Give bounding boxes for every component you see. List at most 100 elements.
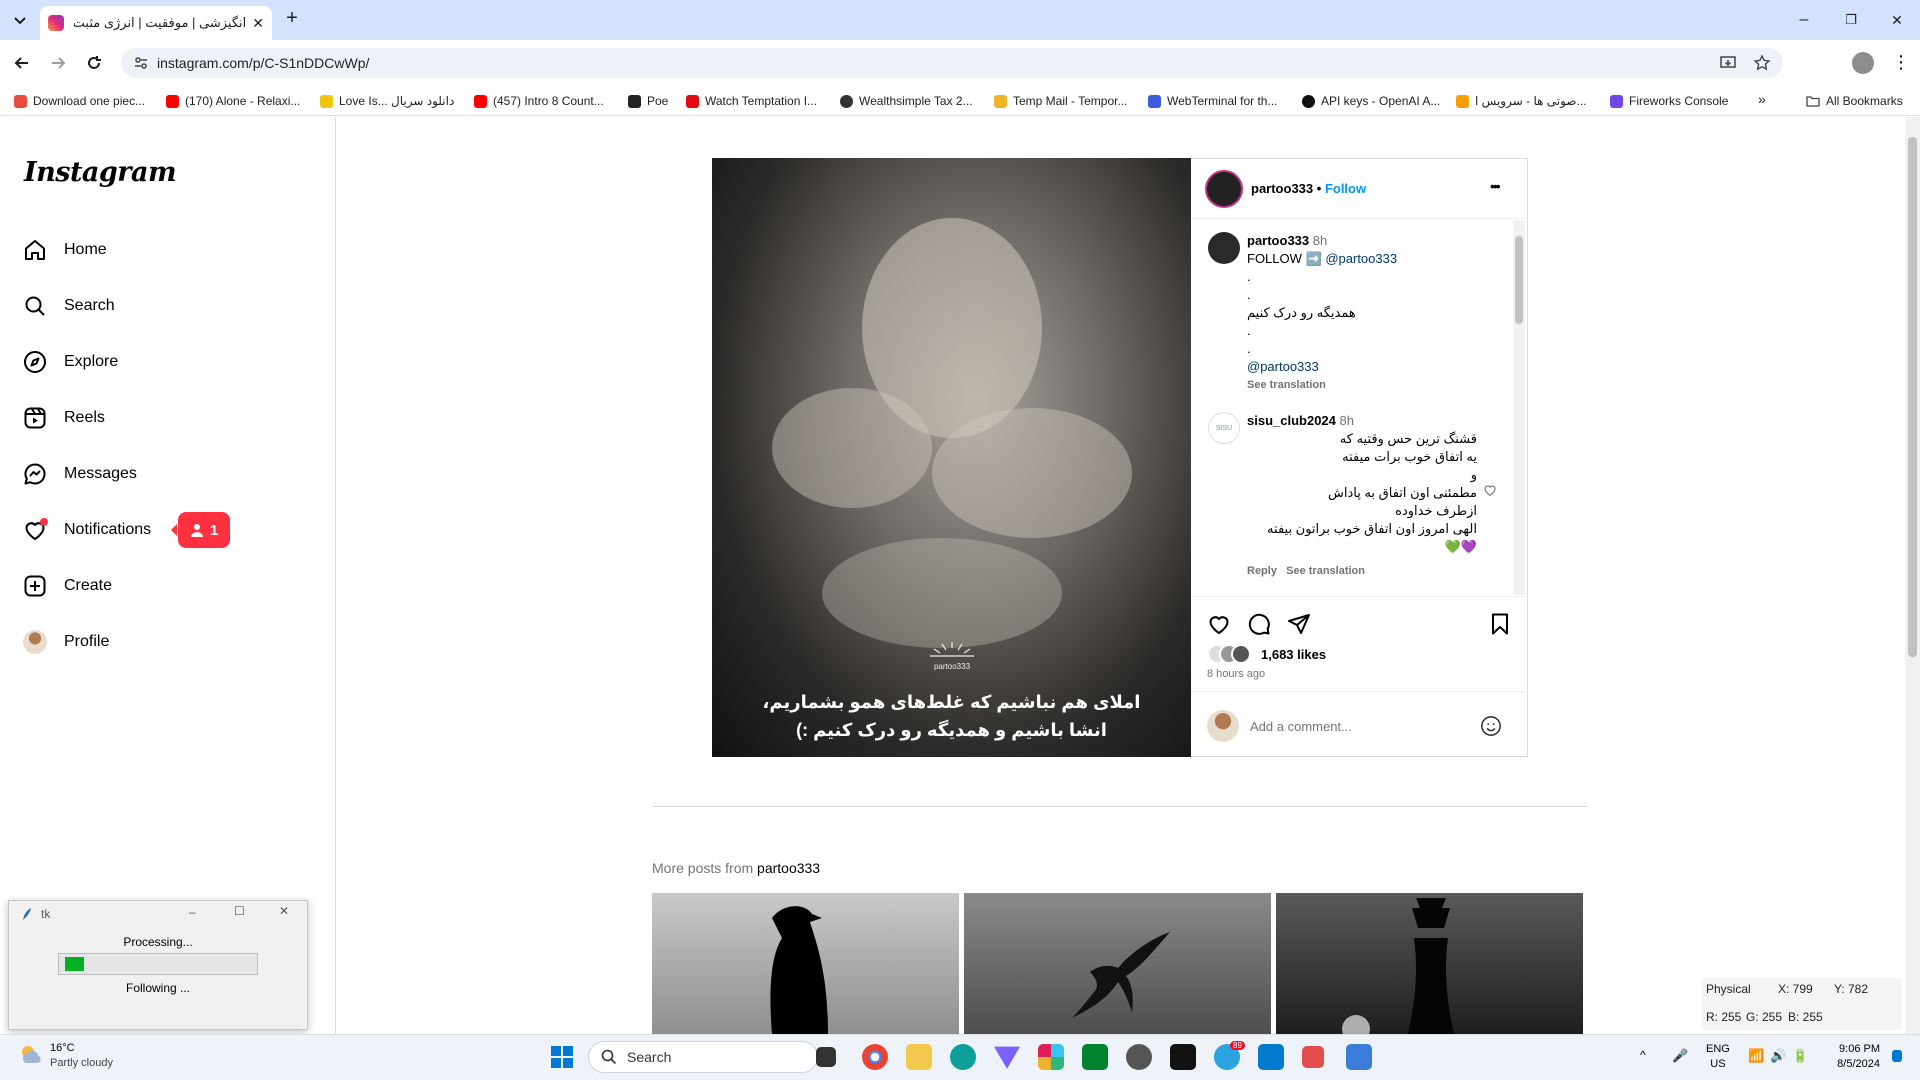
- see-translation-link[interactable]: See translation: [1286, 565, 1365, 577]
- eye-app-icon[interactable]: [950, 1044, 976, 1070]
- scrollbar-thumb[interactable]: [1908, 137, 1917, 657]
- clock-app-icon[interactable]: [1126, 1044, 1152, 1070]
- instagram-logo[interactable]: Instagram: [24, 157, 177, 188]
- follow-button[interactable]: Follow: [1325, 181, 1366, 196]
- see-translation-link[interactable]: See translation: [1247, 376, 1497, 394]
- bookmark-item[interactable]: Watch Temptation I...: [686, 94, 817, 108]
- python-app-icon[interactable]: [1346, 1044, 1372, 1070]
- heart-icon: [1484, 485, 1496, 496]
- snipping-tool-icon[interactable]: [1302, 1046, 1324, 1068]
- sidebar-item-profile[interactable]: Profile: [22, 629, 109, 655]
- new-tab-button[interactable]: +: [282, 8, 302, 28]
- comment-like-button[interactable]: [1483, 483, 1497, 497]
- vscode-icon[interactable]: [1258, 1044, 1284, 1070]
- bookmark-item[interactable]: Download one piec...: [14, 94, 145, 108]
- back-button[interactable]: [12, 53, 32, 73]
- browser-tab[interactable]: انگیزشی | موفقیت | انرژی مثبت | ✕: [40, 6, 272, 40]
- sidebar-item-home[interactable]: Home: [22, 237, 107, 263]
- reload-button[interactable]: [84, 53, 104, 73]
- more-post-thumbnail[interactable]: [1276, 893, 1583, 1034]
- desc-username[interactable]: partoo333: [1247, 233, 1309, 248]
- sidebar-item-messages[interactable]: Messages: [22, 461, 137, 487]
- profile-avatar[interactable]: [1852, 52, 1874, 74]
- explore-icon: [22, 349, 48, 375]
- mention-link[interactable]: @partoo333: [1247, 358, 1497, 376]
- notification-bell-icon[interactable]: [1892, 1050, 1902, 1062]
- save-button[interactable]: [1488, 612, 1512, 636]
- more-bookmarks-icon[interactable]: »: [1758, 91, 1766, 107]
- tab-search-button[interactable]: [8, 10, 32, 30]
- system-tray-icons[interactable]: 📶🔊🔋: [1748, 1048, 1815, 1064]
- chrome-icon[interactable]: [862, 1044, 888, 1070]
- clock[interactable]: 9:06 PM 8/5/2024: [1820, 1042, 1880, 1072]
- bookmark-item[interactable]: Love Is... دانلود سریال: [320, 94, 454, 108]
- emoji-icon: [1481, 716, 1501, 736]
- like-button[interactable]: [1207, 612, 1231, 636]
- minimize-button[interactable]: –: [1794, 10, 1814, 30]
- author-username[interactable]: partoo333: [1251, 181, 1313, 196]
- taskbar-search[interactable]: Search: [588, 1041, 818, 1073]
- comments-list[interactable]: partoo333 8h FOLLOW ➡️ @partoo333 . . هم…: [1193, 220, 1509, 595]
- site-info-icon[interactable]: [133, 55, 149, 71]
- sidebar-item-explore[interactable]: Explore: [22, 349, 118, 375]
- author-avatar[interactable]: [1205, 170, 1243, 208]
- sidebar-item-notifications[interactable]: Notifications: [22, 517, 151, 543]
- tray-chevron-up-icon[interactable]: ^: [1640, 1048, 1646, 1062]
- bookmark-item[interactable]: Fireworks Console: [1610, 94, 1728, 108]
- author-header: partoo333 • Follow: [1251, 181, 1366, 196]
- tk-titlebar[interactable]: tk – ☐ ✕: [9, 901, 307, 927]
- cursor-app-icon[interactable]: [1170, 1044, 1196, 1070]
- minimize-button[interactable]: –: [189, 905, 196, 919]
- install-app-icon[interactable]: [1719, 54, 1737, 72]
- reply-button[interactable]: Reply: [1247, 565, 1277, 577]
- comment-button[interactable]: [1247, 612, 1271, 636]
- all-bookmarks-label: All Bookmarks: [1826, 94, 1903, 108]
- sidebar-item-reels[interactable]: Reels: [22, 405, 105, 431]
- author-avatar[interactable]: [1208, 232, 1240, 264]
- all-bookmarks-button[interactable]: All Bookmarks: [1806, 94, 1903, 108]
- bookmark-item[interactable]: Wealthsimple Tax 2...: [840, 94, 973, 108]
- maximize-button[interactable]: ☐: [234, 904, 245, 918]
- bookmark-item[interactable]: صوتی ها - سرویس ا...: [1456, 94, 1587, 108]
- more-post-thumbnail[interactable]: [964, 893, 1271, 1034]
- menu-kebab-icon[interactable]: ⋮: [1892, 52, 1910, 72]
- start-button[interactable]: [550, 1045, 574, 1069]
- likes-count[interactable]: 1,683 likes: [1261, 647, 1326, 662]
- more-options-button[interactable]: •••: [1490, 178, 1501, 194]
- restore-button[interactable]: ❐: [1841, 10, 1861, 30]
- language-indicator[interactable]: ENG US: [1706, 1042, 1730, 1072]
- sidebar-item-search[interactable]: Search: [22, 293, 115, 319]
- tk-window[interactable]: tk – ☐ ✕ Processing... Following ...: [8, 900, 308, 1030]
- slack-icon[interactable]: [1038, 1044, 1064, 1070]
- commenter-avatar[interactable]: SISU: [1208, 412, 1240, 444]
- comments-scrollbar[interactable]: [1513, 220, 1525, 595]
- add-comment-input[interactable]: [1250, 714, 1470, 738]
- address-bar[interactable]: instagram.com/p/C-S1nDDCwWp/: [121, 48, 1783, 78]
- meet-icon[interactable]: [1082, 1044, 1108, 1070]
- bookmark-item[interactable]: Poe: [628, 94, 668, 108]
- bookmark-item[interactable]: API keys - OpenAI A...: [1302, 94, 1440, 108]
- close-window-button[interactable]: ✕: [1887, 10, 1907, 30]
- bookmark-item[interactable]: WebTerminal for th...: [1148, 94, 1277, 108]
- tab-close-icon[interactable]: ✕: [252, 15, 264, 32]
- mention-link[interactable]: @partoo333: [1325, 251, 1397, 266]
- page-scrollbar[interactable]: [1905, 117, 1920, 1034]
- share-button[interactable]: [1287, 612, 1311, 636]
- more-posts-username[interactable]: partoo333: [757, 860, 820, 876]
- notification-badge[interactable]: 1: [171, 512, 230, 548]
- scrollbar-thumb[interactable]: [1515, 236, 1523, 324]
- microphone-icon[interactable]: 🎤: [1672, 1048, 1688, 1064]
- liker-avatars[interactable]: [1207, 644, 1251, 664]
- more-post-thumbnail[interactable]: [652, 893, 959, 1034]
- file-explorer-icon[interactable]: [906, 1044, 932, 1070]
- task-view-icon[interactable]: [816, 1047, 836, 1067]
- sidebar-item-create[interactable]: Create: [22, 573, 112, 599]
- bookmark-star-icon[interactable]: [1753, 54, 1771, 72]
- emoji-button[interactable]: [1480, 715, 1502, 737]
- close-button[interactable]: ✕: [279, 904, 289, 918]
- comment-username[interactable]: sisu_club2024: [1247, 413, 1336, 428]
- bookmark-item[interactable]: Temp Mail - Tempor...: [994, 94, 1127, 108]
- bookmark-item[interactable]: (457) Intro 8 Count...: [474, 94, 604, 108]
- forward-button[interactable]: [48, 53, 68, 73]
- bookmark-item[interactable]: (170) Alone - Relaxi...: [166, 94, 300, 108]
